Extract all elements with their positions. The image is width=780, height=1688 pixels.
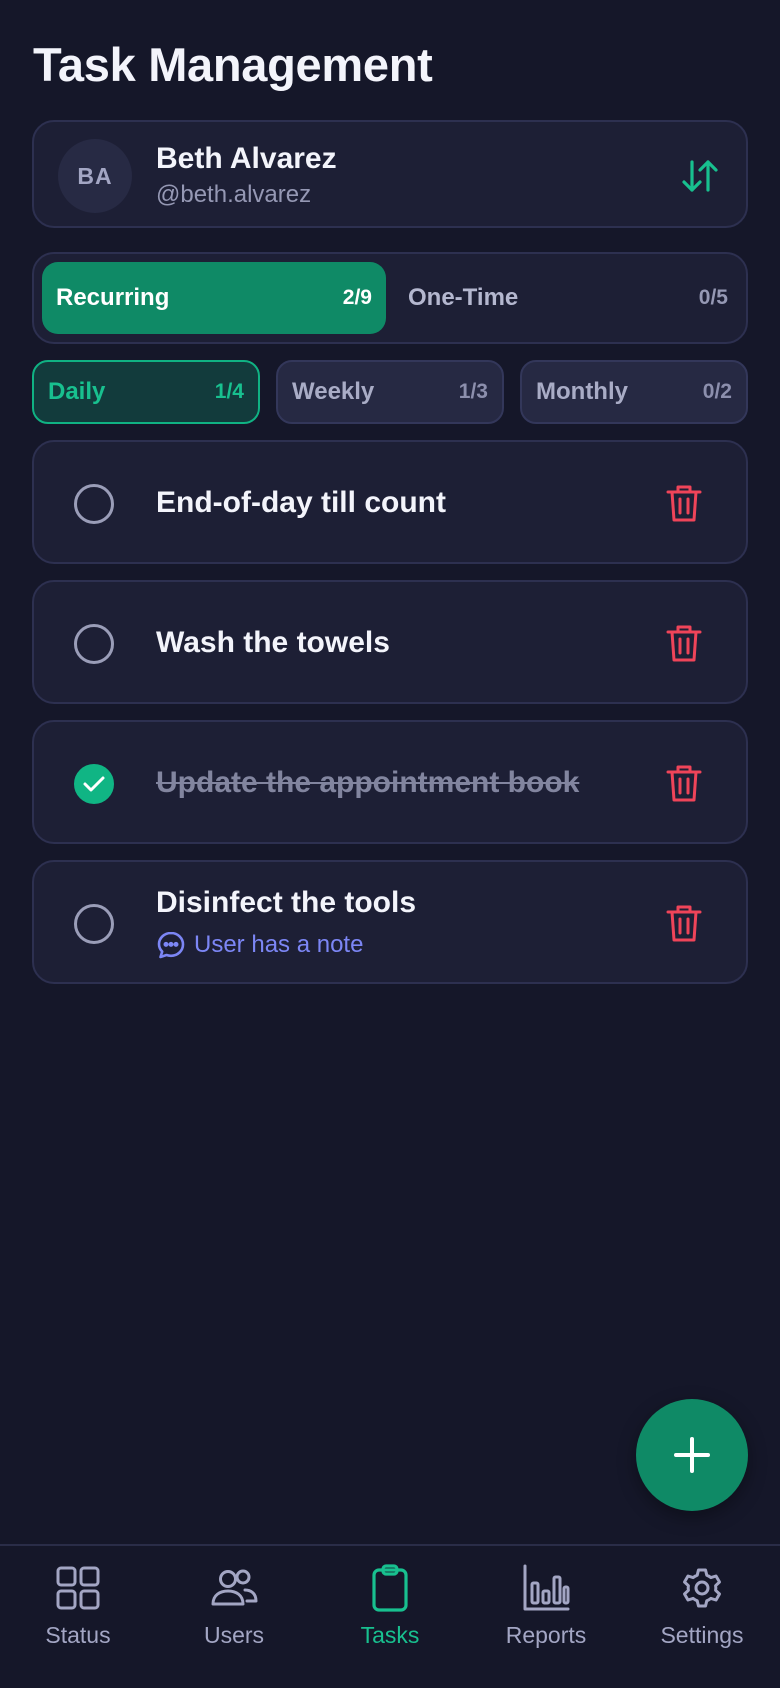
task-title: End-of-day till count <box>156 486 446 519</box>
tab-daily[interactable]: Daily 1/4 <box>32 360 260 424</box>
avatar: BA <box>58 139 132 213</box>
task-title: Wash the towels <box>156 626 390 659</box>
tab-count: 1/3 <box>458 380 488 403</box>
gear-icon <box>683 1568 721 1608</box>
tasks-screen: Task Management BA Beth Alvarez @beth.al… <box>0 0 780 1688</box>
task-checkbox-checked[interactable] <box>74 764 114 804</box>
task-title: Disinfect the tools <box>156 886 417 919</box>
task-item[interactable]: Update the appointment book <box>32 720 748 844</box>
grid-icon <box>56 1566 100 1610</box>
task-checkbox[interactable] <box>74 904 114 944</box>
trash-icon[interactable] <box>664 482 704 524</box>
nav-label: Status <box>45 1622 111 1648</box>
tab-weekly[interactable]: Weekly 1/3 <box>276 360 504 424</box>
nav-item-settings[interactable]: Settings <box>632 1562 772 1672</box>
segment-count: 0/5 <box>698 286 728 309</box>
task-item[interactable]: End-of-day till count <box>32 440 748 564</box>
trash-icon[interactable] <box>664 902 704 944</box>
nav-label: Reports <box>505 1622 587 1648</box>
segment-count: 2/9 <box>342 286 372 309</box>
task-type-segment: Recurring 2/9 One-Time 0/5 <box>32 252 748 344</box>
task-item[interactable]: Disinfect the tools User has a note <box>32 860 748 984</box>
tab-label: Daily <box>48 378 106 405</box>
switch-user-button[interactable] <box>678 154 722 198</box>
task-checkbox[interactable] <box>74 484 114 524</box>
bar-chart-icon <box>523 1564 570 1611</box>
nav-label: Settings <box>660 1622 744 1648</box>
nav-item-status[interactable]: Status <box>8 1562 148 1672</box>
task-note-link[interactable]: User has a note <box>156 930 363 960</box>
nav-label: Tasks <box>360 1622 420 1648</box>
plus-icon <box>674 1437 710 1473</box>
nav-label: Users <box>203 1622 265 1648</box>
user-name: Beth Alvarez <box>156 142 337 175</box>
bottom-navigation: Status Users Tasks Reports Settings <box>0 1544 780 1688</box>
segment-recurring[interactable]: Recurring 2/9 <box>42 262 386 334</box>
user-handle: @beth.alvarez <box>156 181 312 208</box>
trash-icon[interactable] <box>664 762 704 804</box>
page-title: Task Management <box>33 38 433 91</box>
tab-count: 0/2 <box>702 380 732 403</box>
tab-label: Weekly <box>292 378 375 405</box>
segment-label: One-Time <box>408 284 519 311</box>
tab-monthly[interactable]: Monthly 0/2 <box>520 360 748 424</box>
task-note-text: User has a note <box>194 931 364 958</box>
task-item[interactable]: Wash the towels <box>32 580 748 704</box>
chat-bubble-icon <box>157 931 185 959</box>
tab-label: Monthly <box>536 378 628 405</box>
nav-item-users[interactable]: Users <box>164 1562 304 1672</box>
segment-one-time[interactable]: One-Time 0/5 <box>394 262 742 334</box>
add-task-button[interactable] <box>636 1399 748 1511</box>
task-checkbox[interactable] <box>74 624 114 664</box>
user-card[interactable]: BA Beth Alvarez @beth.alvarez <box>32 120 748 228</box>
segment-label: Recurring <box>56 284 170 311</box>
tab-count: 1/4 <box>214 380 244 403</box>
swap-arrows-icon <box>682 160 718 192</box>
nav-item-tasks[interactable]: Tasks <box>320 1562 460 1672</box>
users-icon <box>211 1569 258 1606</box>
task-title: Update the appointment book <box>156 766 580 799</box>
nav-item-reports[interactable]: Reports <box>476 1562 616 1672</box>
clipboard-icon <box>372 1564 408 1612</box>
trash-icon[interactable] <box>664 622 704 664</box>
checkmark-icon <box>83 776 105 792</box>
